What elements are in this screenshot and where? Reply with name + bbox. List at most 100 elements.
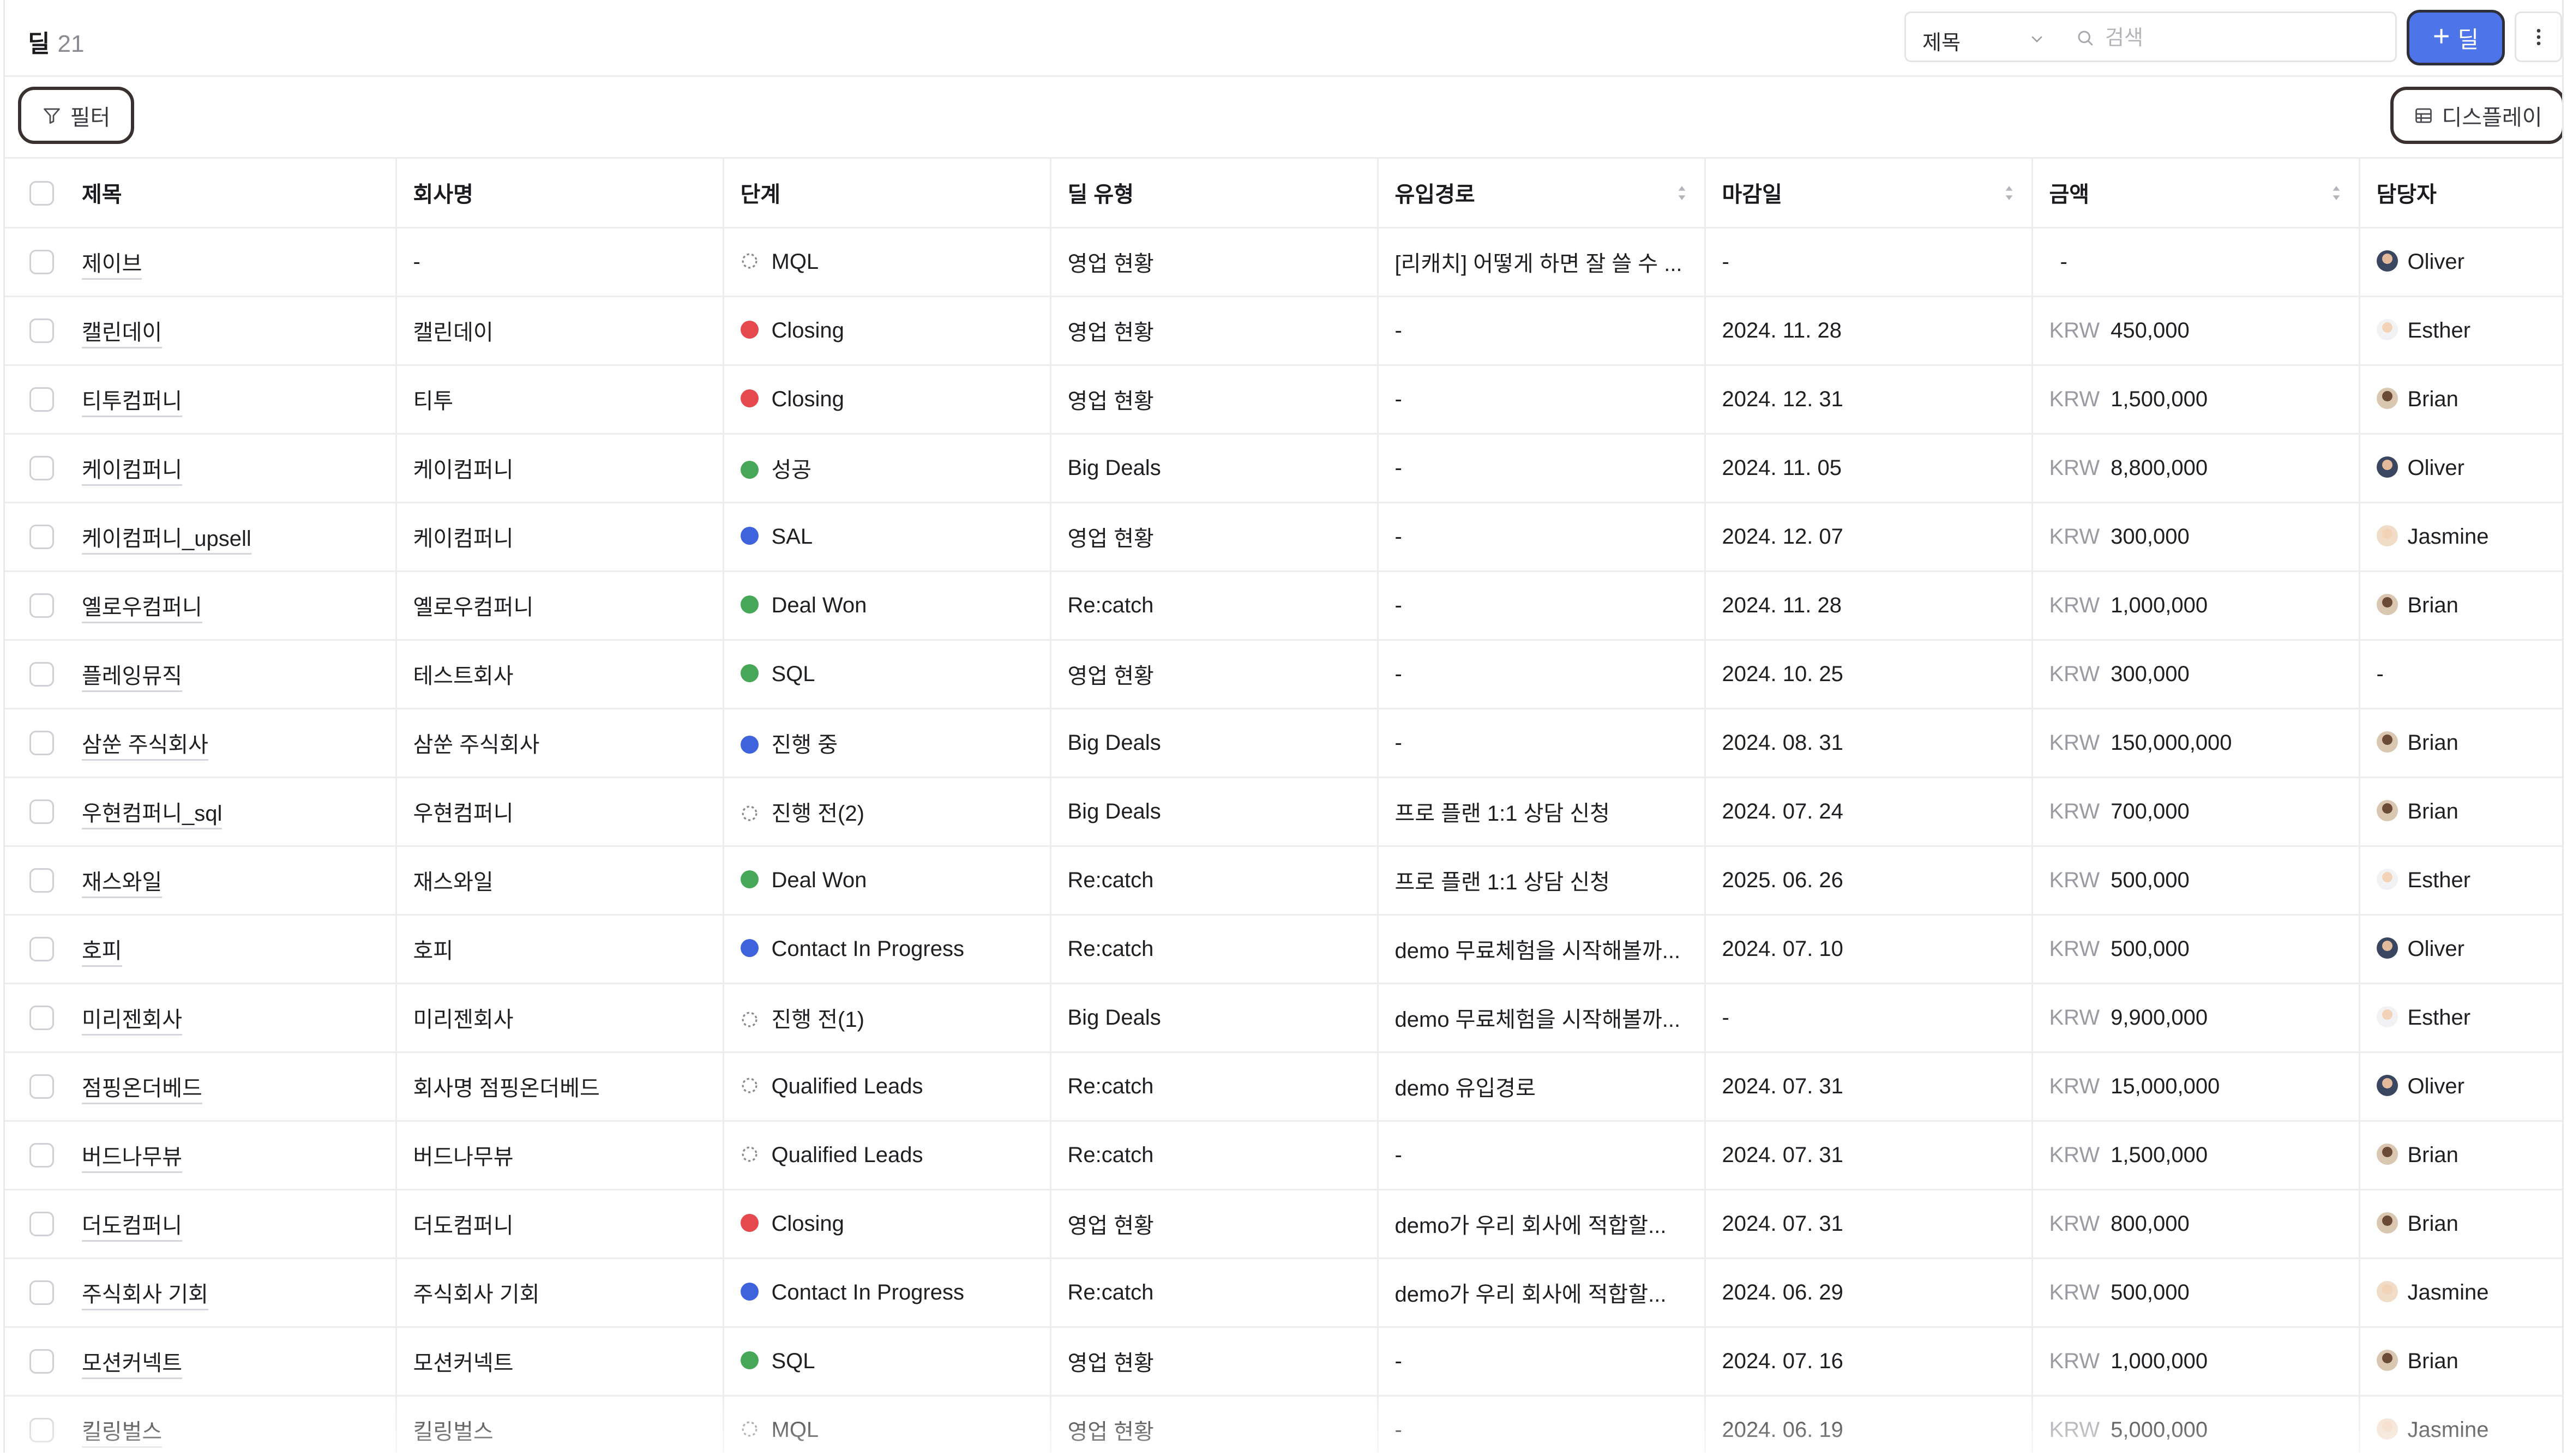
column-header-deal-type[interactable]: 딜 유형	[1050, 159, 1379, 228]
table-row[interactable]: 플레잉뮤직 테스트회사 SQL 영업 현황 - 2024. 10. 25 KRW 300,00…	[5, 640, 2562, 709]
stage-cell[interactable]: Deal Won	[723, 846, 1051, 916]
due-date-cell[interactable]: 2024. 12. 31	[1705, 365, 2033, 435]
stage-cell[interactable]: SAL	[723, 502, 1051, 572]
stage-cell[interactable]: MQL	[723, 1395, 1051, 1453]
row-select-cell[interactable]	[5, 1395, 79, 1453]
source-cell[interactable]: 프로 플랜 1:1 상담 신청	[1378, 846, 1706, 916]
due-date-cell[interactable]: 2024. 10. 25	[1705, 640, 2033, 709]
deal-title-link[interactable]: 호피	[82, 939, 122, 967]
display-button[interactable]: 디스플레이	[2390, 87, 2562, 144]
deal-title-link[interactable]: 제이브	[82, 252, 142, 280]
row-select-cell[interactable]	[5, 640, 79, 709]
source-cell[interactable]: -	[1378, 365, 1706, 435]
deal-title-cell[interactable]: 재스와일	[79, 846, 397, 916]
table-row[interactable]: 캘린데이 캘린데이 Closing 영업 현황 - 2024. 11. 28 KRW 450,…	[5, 296, 2562, 366]
amount-cell[interactable]: KRW 450,000	[2032, 296, 2360, 366]
column-header-stage[interactable]: 단계	[723, 159, 1051, 228]
deal-title-cell[interactable]: 제이브	[79, 227, 397, 297]
deal-type-cell[interactable]: 영업 현황	[1050, 1395, 1379, 1453]
amount-cell[interactable]: KRW 15,000,000	[2032, 1052, 2360, 1122]
amount-cell[interactable]: KRW 500,000	[2032, 914, 2360, 984]
deal-type-cell[interactable]: Re:catch	[1050, 1258, 1379, 1328]
table-row[interactable]: 제이브 - MQL 영업 현황 [리캐치] 어떻게 하면 잘 쓸 수 ... - - Oliv…	[5, 227, 2562, 297]
due-date-cell[interactable]: 2024. 12. 07	[1705, 502, 2033, 572]
row-select-cell[interactable]	[5, 914, 79, 984]
due-date-cell[interactable]: 2025. 06. 26	[1705, 846, 2033, 916]
stage-cell[interactable]: SQL	[723, 1327, 1051, 1397]
owner-cell[interactable]: Brian	[2359, 777, 2562, 847]
owner-cell[interactable]: Esther	[2359, 846, 2562, 916]
due-date-cell[interactable]: 2024. 07. 31	[1705, 1121, 2033, 1190]
source-cell[interactable]: demo가 우리 회사에 적합할...	[1378, 1189, 1706, 1259]
table-row[interactable]: 재스와일 재스와일 Deal Won Re:catch 프로 플랜 1:1 상담 신청 2…	[5, 846, 2562, 916]
row-select-cell[interactable]	[5, 502, 79, 572]
more-options-button[interactable]	[2515, 11, 2562, 62]
deal-title-link[interactable]: 미리젠회사	[82, 1008, 182, 1036]
table-row[interactable]: 점핑온더베드 회사명 점핑온더베드 Qualified Leads Re:catch d…	[5, 1052, 2562, 1122]
due-date-cell[interactable]: 2024. 06. 19	[1705, 1395, 2033, 1453]
column-header-company[interactable]: 회사명	[396, 159, 724, 228]
due-date-cell[interactable]: 2024. 07. 16	[1705, 1327, 2033, 1397]
row-checkbox[interactable]	[29, 868, 54, 893]
deal-title-cell[interactable]: 점핑온더베드	[79, 1052, 397, 1122]
due-date-cell[interactable]: 2024. 07. 10	[1705, 914, 2033, 984]
deal-type-cell[interactable]: 영업 현황	[1050, 227, 1379, 297]
deal-type-cell[interactable]: Big Deals	[1050, 434, 1379, 503]
stage-cell[interactable]: Contact In Progress	[723, 914, 1051, 984]
deal-title-link[interactable]: 점핑온더베드	[82, 1076, 202, 1104]
add-deal-button[interactable]: + 딜	[2407, 10, 2505, 65]
owner-cell[interactable]: Brian	[2359, 1189, 2562, 1259]
row-checkbox[interactable]	[29, 525, 54, 550]
row-select-cell[interactable]	[5, 296, 79, 366]
stage-cell[interactable]: Closing	[723, 365, 1051, 435]
due-date-cell[interactable]: 2024. 08. 31	[1705, 708, 2033, 778]
filter-button[interactable]: 필터	[18, 87, 134, 144]
sort-icon[interactable]	[2330, 185, 2342, 201]
deal-title-link[interactable]: 더도컴퍼니	[82, 1214, 182, 1242]
search-field-select[interactable]: 제목	[1904, 11, 2060, 62]
row-checkbox[interactable]	[29, 1143, 54, 1168]
table-row[interactable]: 옐로우컴퍼니 옐로우컴퍼니 Deal Won Re:catch - 2024. 11. 2…	[5, 571, 2562, 641]
owner-cell[interactable]: Brian	[2359, 1121, 2562, 1190]
stage-cell[interactable]: SQL	[723, 640, 1051, 709]
due-date-cell[interactable]: 2024. 07. 24	[1705, 777, 2033, 847]
table-row[interactable]: 더도컴퍼니 더도컴퍼니 Closing 영업 현황 demo가 우리 회사에 적합할..…	[5, 1189, 2562, 1259]
column-header-amount[interactable]: 금액	[2032, 159, 2360, 228]
deal-title-cell[interactable]: 우현컴퍼니_sql	[79, 777, 397, 847]
deal-title-cell[interactable]: 플레잉뮤직	[79, 640, 397, 709]
table-row[interactable]: 티투컴퍼니 티투 Closing 영업 현황 - 2024. 12. 31 KRW 1,500…	[5, 365, 2562, 435]
row-checkbox[interactable]	[29, 387, 54, 412]
amount-cell[interactable]: KRW 500,000	[2032, 1258, 2360, 1328]
due-date-cell[interactable]: 2024. 07. 31	[1705, 1189, 2033, 1259]
deal-title-cell[interactable]: 삼쑨 주식회사	[79, 708, 397, 778]
deal-title-cell[interactable]: 캘린데이	[79, 296, 397, 366]
deal-title-cell[interactable]: 모션커넥트	[79, 1327, 397, 1397]
row-select-cell[interactable]	[5, 1189, 79, 1259]
deal-title-link[interactable]: 티투컴퍼니	[82, 389, 182, 417]
table-row[interactable]: 케이컴퍼니 케이컴퍼니 성공 Big Deals - 2024. 11. 05 KRW 8,8…	[5, 434, 2562, 503]
row-select-cell[interactable]	[5, 1258, 79, 1328]
source-cell[interactable]: -	[1378, 1327, 1706, 1397]
sort-icon[interactable]	[1676, 185, 1688, 201]
deal-title-cell[interactable]: 주식회사 기회	[79, 1258, 397, 1328]
deal-title-cell[interactable]: 더도컴퍼니	[79, 1189, 397, 1259]
table-row[interactable]: 케이컴퍼니_upsell 케이컴퍼니 SAL 영업 현황 - 2024. 12. 07 KR…	[5, 502, 2562, 572]
source-cell[interactable]: -	[1378, 434, 1706, 503]
stage-cell[interactable]: 성공	[723, 434, 1051, 503]
deal-title-link[interactable]: 버드나무뷰	[82, 1145, 182, 1173]
select-all-checkbox[interactable]	[29, 181, 54, 206]
row-checkbox[interactable]	[29, 1006, 54, 1031]
table-row[interactable]: 버드나무뷰 버드나무뷰 Qualified Leads Re:catch - 2024. …	[5, 1121, 2562, 1190]
row-select-cell[interactable]	[5, 434, 79, 503]
deal-type-cell[interactable]: 영업 현황	[1050, 502, 1379, 572]
amount-cell[interactable]: KRW 300,000	[2032, 502, 2360, 572]
row-checkbox[interactable]	[29, 1074, 54, 1099]
deal-type-cell[interactable]: 영업 현황	[1050, 640, 1379, 709]
row-checkbox[interactable]	[29, 799, 54, 825]
row-checkbox[interactable]	[29, 318, 54, 344]
amount-cell[interactable]: KRW 300,000	[2032, 640, 2360, 709]
stage-cell[interactable]: Closing	[723, 296, 1051, 366]
row-checkbox[interactable]	[29, 1212, 54, 1237]
table-row[interactable]: 삼쑨 주식회사 삼쑨 주식회사 진행 중 Big Deals - 2024. 08. 31…	[5, 708, 2562, 778]
amount-cell[interactable]: KRW 700,000	[2032, 777, 2360, 847]
